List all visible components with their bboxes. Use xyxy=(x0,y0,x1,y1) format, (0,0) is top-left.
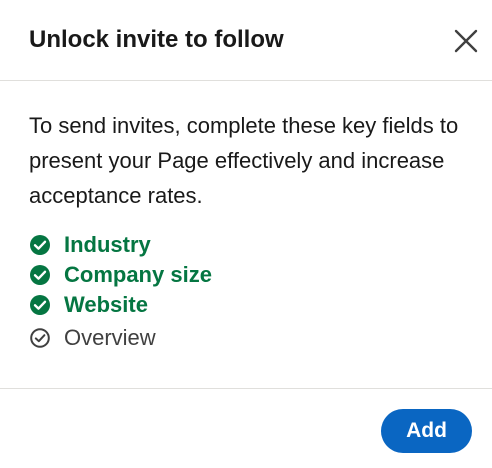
modal-footer: Add xyxy=(0,388,492,468)
check-circle-outline-icon xyxy=(29,327,51,349)
checklist-item-label: Industry xyxy=(64,232,151,257)
check-circle-filled-icon xyxy=(29,234,51,256)
close-icon xyxy=(454,29,478,53)
check-circle-filled-icon xyxy=(29,294,51,316)
checklist-item-label: Company size xyxy=(64,262,212,287)
close-button[interactable] xyxy=(447,22,485,60)
checklist-item-industry: Industry xyxy=(29,230,469,260)
modal-header: Unlock invite to follow xyxy=(0,0,492,81)
modal-title: Unlock invite to follow xyxy=(29,26,284,53)
checklist-item-website: Website xyxy=(29,290,469,320)
checklist-item-company-size: Company size xyxy=(29,260,469,290)
check-circle-filled-icon xyxy=(29,264,51,286)
checklist-item-overview: Overview xyxy=(29,323,469,353)
checklist-item-label: Overview xyxy=(64,325,156,350)
modal-description: To send invites, complete these key fiel… xyxy=(29,113,459,208)
required-fields-checklist: Industry Company size Website Overview xyxy=(29,230,469,353)
checklist-item-label: Website xyxy=(64,292,148,317)
unlock-invite-modal: Unlock invite to follow To send invites,… xyxy=(0,0,492,468)
add-button[interactable]: Add xyxy=(381,409,472,453)
modal-body: To send invites, complete these key fiel… xyxy=(29,108,469,353)
